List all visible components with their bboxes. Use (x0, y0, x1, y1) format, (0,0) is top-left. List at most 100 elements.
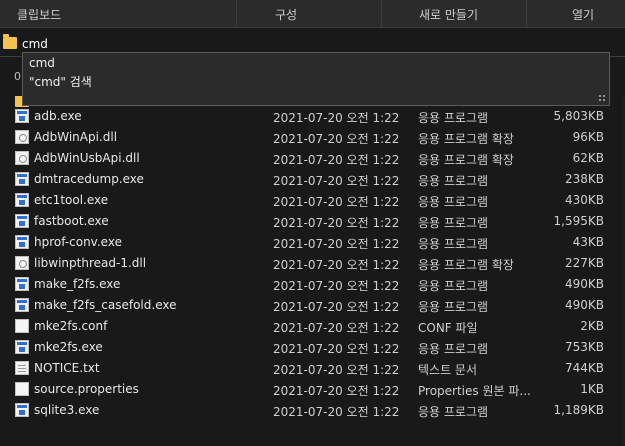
ribbon-divider (236, 0, 237, 27)
file-row[interactable]: libwinpthread-1.dll 2021-07-20 오전 1:22 응… (0, 254, 625, 275)
file-name: mke2fs.exe (34, 340, 103, 354)
exe-icon (15, 235, 29, 249)
file-size: 1,595KB (553, 214, 604, 228)
file-list[interactable]: systrace 2021-09-07 오전 10:49 파일 폴더 adb.e… (0, 96, 625, 446)
file-row[interactable]: AdbWinApi.dll 2021-07-20 오전 1:22 응용 프로그램… (0, 128, 625, 149)
file-row[interactable]: sqlite3.exe 2021-07-20 오전 1:22 응용 프로그램 1… (0, 401, 625, 422)
file-type: 응용 프로그램 (418, 174, 489, 188)
file-row[interactable]: make_f2fs.exe 2021-07-20 오전 1:22 응용 프로그램… (0, 275, 625, 296)
file-type: 응용 프로그램 (418, 237, 489, 251)
file-name: adb.exe (34, 109, 82, 123)
dll-icon (15, 256, 29, 270)
file-row[interactable]: mke2fs.exe 2021-07-20 오전 1:22 응용 프로그램 75… (0, 338, 625, 359)
file-name: source.properties (34, 382, 139, 396)
file-date: 2021-07-20 오전 1:22 (273, 405, 400, 419)
dll-icon (15, 130, 29, 144)
file-name: dmtracedump.exe (34, 172, 144, 186)
exe-icon (15, 172, 29, 186)
file-row[interactable]: dmtracedump.exe 2021-07-20 오전 1:22 응용 프로… (0, 170, 625, 191)
file-size: 238KB (564, 172, 604, 186)
file-type: 텍스트 문서 (418, 363, 478, 377)
exe-icon (15, 193, 29, 207)
file-row[interactable]: etc1tool.exe 2021-07-20 오전 1:22 응용 프로그램 … (0, 191, 625, 212)
ribbon-group-open[interactable]: 열기 (572, 6, 594, 23)
file-icon (15, 319, 29, 333)
file-row[interactable]: NOTICE.txt 2021-07-20 오전 1:22 텍스트 문서 744… (0, 359, 625, 380)
exe-icon (15, 340, 29, 354)
file-name: fastboot.exe (34, 214, 109, 228)
ribbon-group-new[interactable]: 새로 만들기 (419, 6, 478, 23)
file-date: 2021-07-20 오전 1:22 (273, 216, 400, 230)
exe-icon (15, 109, 29, 123)
dll-icon (15, 151, 29, 165)
text-icon (15, 361, 29, 375)
file-type: 응용 프로그램 (418, 195, 489, 209)
file-date: 2021-07-20 오전 1:22 (273, 258, 400, 272)
file-name: etc1tool.exe (34, 193, 109, 207)
file-type: Properties 원본 파... (418, 384, 531, 398)
file-row[interactable]: hprof-conv.exe 2021-07-20 오전 1:22 응용 프로그… (0, 233, 625, 254)
ribbon-group-organize[interactable]: 구성 (275, 6, 297, 23)
file-row[interactable]: make_f2fs_casefold.exe 2021-07-20 오전 1:2… (0, 296, 625, 317)
exe-icon (15, 298, 29, 312)
file-size: 1,189KB (553, 403, 604, 417)
file-size: 430KB (564, 193, 604, 207)
file-size: 1KB (580, 382, 604, 396)
file-type: CONF 파일 (418, 321, 478, 335)
file-type: 응용 프로그램 확장 (418, 132, 514, 146)
address-input[interactable]: cmd (22, 37, 48, 51)
file-size: 2KB (580, 319, 604, 333)
folder-icon (3, 34, 17, 49)
file-name: sqlite3.exe (34, 403, 100, 417)
file-size: 96KB (572, 130, 604, 144)
file-row[interactable]: source.properties 2021-07-20 오전 1:22 Pro… (0, 380, 625, 401)
file-name: mke2fs.conf (34, 319, 108, 333)
file-type: 응용 프로그램 (418, 300, 489, 314)
file-date: 2021-07-20 오전 1:22 (273, 153, 400, 167)
exe-icon (15, 403, 29, 417)
file-date: 2021-07-20 오전 1:22 (273, 195, 400, 209)
ribbon-divider (381, 0, 382, 27)
file-name: make_f2fs_casefold.exe (34, 298, 177, 312)
file-row[interactable]: adb.exe 2021-07-20 오전 1:22 응용 프로그램 5,803… (0, 107, 625, 128)
file-date: 2021-07-20 오전 1:22 (273, 111, 400, 125)
file-name: AdbWinApi.dll (34, 130, 118, 144)
file-date: 2021-07-20 오전 1:22 (273, 237, 400, 251)
file-type: 응용 프로그램 확장 (418, 258, 514, 272)
file-date: 2021-07-20 오전 1:22 (273, 174, 400, 188)
file-date: 2021-07-20 오전 1:22 (273, 384, 400, 398)
file-type: 응용 프로그램 (418, 279, 489, 293)
exe-icon (15, 277, 29, 291)
file-name: hprof-conv.exe (34, 235, 122, 249)
file-type: 응용 프로그램 확장 (418, 153, 514, 167)
file-date: 2021-07-20 오전 1:22 (273, 321, 400, 335)
file-row[interactable]: mke2fs.conf 2021-07-20 오전 1:22 CONF 파일 2… (0, 317, 625, 338)
file-size: 490KB (564, 298, 604, 312)
file-type: 응용 프로그램 (418, 216, 489, 230)
file-icon (15, 382, 29, 396)
file-size: 744KB (564, 361, 604, 375)
resize-grip-icon[interactable] (598, 94, 606, 102)
partial-text: 0 (14, 70, 21, 83)
file-date: 2021-07-20 오전 1:22 (273, 300, 400, 314)
file-name: AdbWinUsbApi.dll (34, 151, 140, 165)
file-date: 2021-07-20 오전 1:22 (273, 132, 400, 146)
file-size: 227KB (564, 256, 604, 270)
file-row[interactable]: AdbWinUsbApi.dll 2021-07-20 오전 1:22 응용 프… (0, 149, 625, 170)
file-type: 응용 프로그램 (418, 342, 489, 356)
file-date: 2021-07-20 오전 1:22 (273, 363, 400, 377)
autocomplete-item-search[interactable]: "cmd" 검색 (29, 73, 92, 90)
autocomplete-item-cmd[interactable]: cmd (29, 56, 55, 70)
autocomplete-dropdown: cmd "cmd" 검색 (22, 52, 610, 106)
exe-icon (15, 214, 29, 228)
file-type: 응용 프로그램 (418, 405, 489, 419)
ribbon-divider (526, 0, 527, 27)
file-name: NOTICE.txt (34, 361, 100, 375)
file-date: 2021-07-20 오전 1:22 (273, 342, 400, 356)
ribbon-group-clipboard[interactable]: 클립보드 (17, 6, 61, 23)
file-date: 2021-07-20 오전 1:22 (273, 279, 400, 293)
file-row[interactable]: fastboot.exe 2021-07-20 오전 1:22 응용 프로그램 … (0, 212, 625, 233)
file-size: 43KB (572, 235, 604, 249)
file-type: 응용 프로그램 (418, 111, 489, 125)
file-size: 490KB (564, 277, 604, 291)
